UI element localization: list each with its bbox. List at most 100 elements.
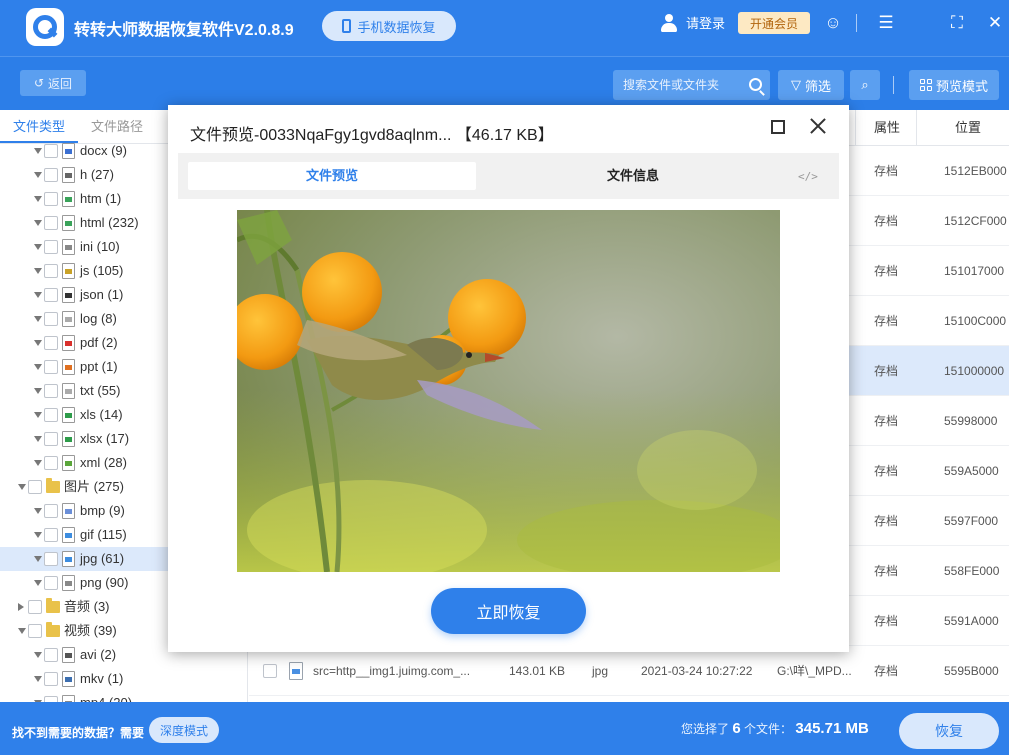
expand-toggle-icon[interactable] — [34, 364, 42, 370]
expand-toggle-icon[interactable] — [34, 316, 42, 322]
tree-checkbox[interactable] — [44, 312, 58, 326]
row-attr: 存档 — [874, 664, 899, 678]
tree-checkbox[interactable] — [44, 240, 58, 254]
expand-toggle-icon[interactable] — [34, 508, 42, 514]
search-icon[interactable] — [749, 78, 762, 91]
tree-checkbox[interactable] — [44, 384, 58, 398]
vip-button[interactable]: 开通会员 — [738, 12, 810, 34]
support-icon[interactable]: ☺ — [823, 13, 843, 33]
tree-item-label: htm (1) — [80, 191, 122, 206]
expand-toggle-icon[interactable] — [34, 532, 42, 538]
preview-mode-button[interactable]: 预览模式 — [909, 70, 999, 100]
file-type-icon — [62, 695, 75, 702]
tree-item-label: html (232) — [80, 215, 139, 230]
restore-now-button[interactable]: 立即恢复 — [431, 588, 586, 634]
file-preview-dialog: 文件预览-0033NqaFgy1gvd8aqlnm... 【46.17 KB】 … — [168, 105, 849, 652]
expand-toggle-icon[interactable] — [34, 340, 42, 346]
expand-toggle-icon[interactable] — [34, 412, 42, 418]
row-location: 5591A000 — [944, 614, 999, 628]
expand-toggle-icon[interactable] — [34, 196, 42, 202]
expand-toggle-icon[interactable] — [34, 292, 42, 298]
row-checkbox[interactable] — [263, 664, 277, 678]
file-type-icon — [62, 287, 75, 303]
tree-item[interactable]: mkv (1) — [0, 667, 247, 691]
tree-checkbox[interactable] — [44, 672, 58, 686]
jpg-file-icon — [289, 662, 303, 680]
row-attr: 存档 — [874, 514, 899, 528]
tree-checkbox[interactable] — [44, 528, 58, 542]
expand-toggle-icon[interactable] — [34, 580, 42, 586]
quick-search-button[interactable]: ⌕ — [850, 70, 880, 100]
deep-mode-button[interactable]: 深度模式 — [149, 717, 219, 743]
tree-checkbox[interactable] — [44, 648, 58, 662]
tree-checkbox[interactable] — [44, 192, 58, 206]
table-row[interactable]: src=http__img1.juimg.com_... 143.01 KB j… — [249, 646, 1009, 696]
file-type-icon — [62, 311, 75, 327]
file-type-icon — [62, 431, 75, 447]
expand-toggle-icon[interactable] — [34, 460, 42, 466]
tree-checkbox[interactable] — [44, 336, 58, 350]
code-icon[interactable]: </> — [798, 170, 818, 183]
row-location: 559A5000 — [944, 464, 999, 478]
tree-checkbox[interactable] — [44, 408, 58, 422]
tree-checkbox[interactable] — [28, 624, 42, 638]
close-icon[interactable] — [809, 117, 827, 135]
tree-checkbox[interactable] — [44, 264, 58, 278]
tree-checkbox[interactable] — [28, 480, 42, 494]
file-type-icon — [62, 455, 75, 471]
tab-file-info[interactable]: 文件信息 — [508, 162, 758, 190]
row-attr: 存档 — [874, 564, 899, 578]
file-type-icon — [62, 239, 75, 255]
tree-checkbox[interactable] — [44, 432, 58, 446]
expand-toggle-icon[interactable] — [34, 652, 42, 658]
tree-item-label: pdf (2) — [80, 335, 118, 350]
search-input[interactable] — [623, 78, 743, 92]
phone-recovery-button[interactable]: 手机数据恢复 — [322, 11, 456, 41]
close-window-icon[interactable]: ✕ — [985, 13, 1005, 33]
selection-count: 6 — [732, 720, 741, 737]
expand-toggle-icon[interactable] — [34, 268, 42, 274]
tree-checkbox[interactable] — [44, 360, 58, 374]
menu-icon[interactable]: ☰ — [876, 13, 896, 33]
tree-item[interactable]: mp4 (20) — [0, 691, 247, 702]
tree-item-label: js (105) — [80, 263, 124, 278]
tree-checkbox[interactable] — [44, 144, 58, 158]
tree-checkbox[interactable] — [28, 600, 42, 614]
restore-button[interactable]: 恢复 — [899, 713, 999, 749]
toolbar-separator — [893, 76, 894, 94]
maximize-icon[interactable] — [771, 120, 785, 134]
tree-item-label: xml (28) — [80, 455, 127, 470]
expand-toggle-icon[interactable] — [34, 436, 42, 442]
expand-toggle-icon[interactable] — [34, 220, 42, 226]
back-label: 返回 — [48, 76, 73, 91]
row-attr: 存档 — [874, 364, 899, 378]
tree-checkbox[interactable] — [44, 552, 58, 566]
filter-button[interactable]: ▽ 筛选 — [778, 70, 844, 100]
expand-toggle-icon[interactable] — [34, 556, 42, 562]
expand-toggle-icon[interactable] — [34, 388, 42, 394]
expand-toggle-icon[interactable] — [18, 603, 24, 611]
row-attr: 存档 — [874, 464, 899, 478]
tab-file-preview[interactable]: 文件预览 — [188, 162, 476, 190]
row-location: 55998000 — [944, 414, 998, 428]
tree-checkbox[interactable] — [44, 576, 58, 590]
expand-toggle-icon[interactable] — [34, 148, 42, 154]
tree-checkbox[interactable] — [44, 168, 58, 182]
tree-checkbox[interactable] — [44, 504, 58, 518]
fullscreen-icon[interactable]: ⛶ — [947, 13, 967, 33]
column-location[interactable]: 位置 — [955, 110, 981, 146]
expand-toggle-icon[interactable] — [34, 172, 42, 178]
expand-toggle-icon[interactable] — [18, 484, 26, 490]
tree-checkbox[interactable] — [44, 456, 58, 470]
tree-item-label: 视频 (39) — [64, 623, 117, 638]
file-type-icon — [62, 527, 75, 543]
expand-toggle-icon[interactable] — [18, 628, 26, 634]
column-attr[interactable]: 属性 — [874, 110, 900, 146]
expand-toggle-icon[interactable] — [34, 676, 42, 682]
tree-checkbox[interactable] — [44, 216, 58, 230]
file-type-icon — [62, 575, 75, 591]
back-button[interactable]: ↺ 返回 — [20, 70, 86, 96]
login-link[interactable]: 请登录 — [660, 13, 725, 32]
expand-toggle-icon[interactable] — [34, 244, 42, 250]
tree-checkbox[interactable] — [44, 288, 58, 302]
